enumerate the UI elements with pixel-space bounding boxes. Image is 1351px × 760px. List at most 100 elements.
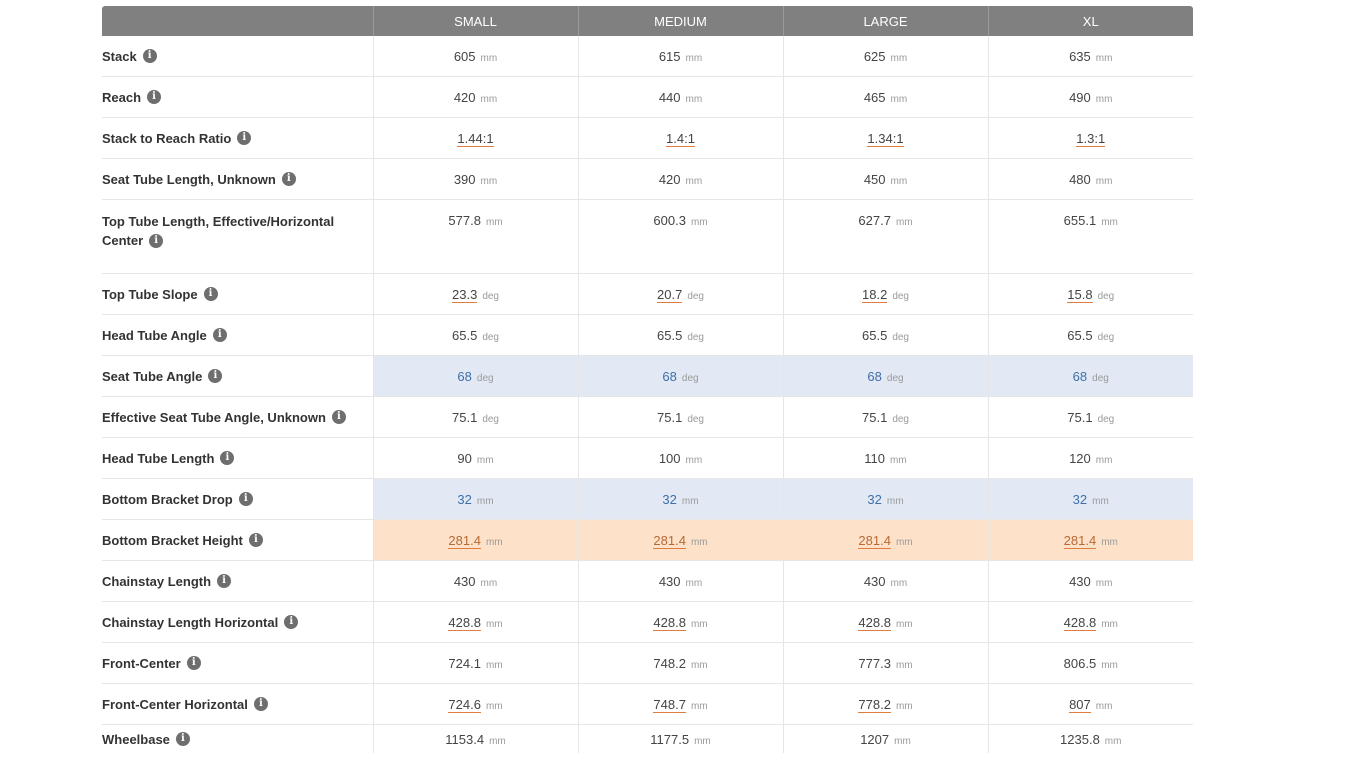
size-header-xl[interactable]: XL — [987, 6, 1193, 36]
calculated-value[interactable]: 428.8 — [653, 614, 686, 631]
calculated-value[interactable]: 748.7 — [653, 696, 686, 713]
calculated-value[interactable]: 807 — [1069, 696, 1091, 713]
cell-medium: 65.5 deg — [577, 314, 783, 356]
info-icon[interactable]: i — [220, 451, 235, 466]
measured-value: 625 — [863, 48, 886, 64]
info-icon[interactable]: i — [208, 369, 223, 384]
info-icon[interactable]: i — [212, 328, 227, 343]
row-label-text: Chainstay Length — [102, 573, 212, 589]
unit-label: deg — [687, 413, 704, 425]
measured-value: 450 — [863, 171, 886, 187]
measured-value: 65.5 — [452, 327, 478, 343]
unit-label: mm — [685, 93, 703, 105]
table-row: Wheelbase i 1153.4 mm 1177.5 mm 1207 mm 1235.8 mm — [102, 724, 1193, 753]
unit-label: deg — [482, 331, 499, 343]
calculated-value[interactable]: 724.6 — [448, 696, 481, 713]
measured-value: 32 — [457, 491, 472, 507]
size-header-medium[interactable]: MEDIUM — [577, 6, 783, 36]
measured-value: 75.1 — [862, 409, 888, 425]
info-icon[interactable]: i — [149, 233, 164, 248]
row-label: Stack to Reach Ratio i — [102, 117, 373, 159]
cell-xl: 655.1 mm — [987, 199, 1193, 274]
calculated-value[interactable]: 1.4:1 — [666, 130, 695, 147]
row-label: Bottom Bracket Drop i — [102, 478, 373, 520]
cell-large: 110 mm — [782, 437, 988, 479]
unit-label: mm — [890, 454, 907, 466]
calculated-value[interactable]: 20.7 — [657, 286, 683, 303]
row-label: Head Tube Length i — [102, 437, 373, 479]
info-icon[interactable]: i — [175, 732, 190, 747]
calculated-value[interactable]: 281.4 — [448, 532, 481, 549]
cell-xl: 430 mm — [987, 560, 1193, 602]
calculated-value[interactable]: 281.4 — [653, 532, 686, 549]
info-icon[interactable]: i — [284, 615, 299, 630]
row-label-text: Top Tube Length, Effective/Horizontal Ce… — [102, 214, 335, 248]
info-icon[interactable]: i — [142, 49, 157, 64]
calculated-value[interactable]: 428.8 — [1063, 614, 1097, 631]
cell-large: 65.5 deg — [782, 314, 988, 356]
row-label: Front-Center Horizontal i — [102, 683, 373, 725]
measured-value: 75.1 — [452, 409, 478, 425]
cell-xl: 75.1 deg — [987, 396, 1193, 438]
info-icon[interactable]: i — [203, 287, 218, 302]
unit-label: deg — [892, 413, 909, 425]
measured-value: 627.7 — [858, 213, 891, 228]
info-icon[interactable]: i — [281, 172, 296, 187]
cell-large: 1.34:1 — [782, 117, 988, 159]
calculated-value[interactable]: 428.8 — [858, 614, 891, 631]
calculated-value[interactable]: 15.8 — [1067, 286, 1093, 303]
cell-medium: 1177.5 mm — [577, 724, 783, 753]
info-icon[interactable]: i — [217, 574, 232, 589]
cell-small: 75.1 deg — [372, 396, 578, 438]
row-label: Top Tube Length, Effective/Horizontal Ce… — [102, 199, 373, 274]
cell-xl: 1235.8 mm — [987, 724, 1193, 753]
size-header-large[interactable]: LARGE — [782, 6, 988, 36]
info-icon[interactable]: i — [238, 492, 253, 507]
measured-value: 75.1 — [657, 409, 683, 425]
calculated-value[interactable]: 1.3:1 — [1076, 130, 1106, 147]
unit-label: mm — [690, 536, 708, 548]
calculated-value[interactable]: 428.8 — [448, 614, 481, 631]
measured-value: 32 — [867, 491, 882, 507]
table-row: Top Tube Slope i 23.3 deg 20.7 deg 18.2 deg 15.8… — [102, 273, 1193, 315]
info-icon[interactable]: i — [147, 90, 162, 105]
cell-xl: 807 mm — [987, 683, 1193, 725]
calculated-value[interactable]: 778.2 — [858, 696, 891, 713]
measured-value: 430 — [863, 573, 886, 589]
measured-value: 1177.5 — [650, 731, 690, 747]
cell-medium: 615 mm — [577, 36, 783, 77]
cell-small: 32 mm — [372, 478, 578, 520]
info-icon[interactable]: i — [253, 697, 268, 712]
cell-small: 65.5 deg — [372, 314, 578, 356]
cell-xl: 806.5 mm — [987, 642, 1193, 684]
unit-label: mm — [1101, 536, 1118, 548]
table-row: Top Tube Length, Effective/Horizontal Ce… — [102, 199, 1193, 274]
unit-label: mm — [1101, 217, 1118, 228]
calculated-value[interactable]: 281.4 — [1063, 532, 1097, 549]
geometry-table: SMALL MEDIUM LARGE XL Stack i 605 mm 615 mm 62… — [102, 6, 1193, 753]
unit-label: deg — [1092, 372, 1109, 384]
info-icon[interactable]: i — [248, 533, 263, 548]
cell-small: 68 deg — [372, 355, 578, 397]
info-icon[interactable]: i — [331, 410, 346, 425]
size-header-small[interactable]: SMALL — [372, 6, 578, 36]
calculated-value[interactable]: 1.44:1 — [457, 130, 494, 147]
calculated-value[interactable]: 1.34:1 — [867, 130, 904, 147]
calculated-value[interactable]: 23.3 — [452, 286, 478, 303]
row-label: Effective Seat Tube Angle, Unknown i — [102, 396, 373, 438]
cell-small: 724.6 mm — [372, 683, 578, 725]
row-label-text: Head Tube Angle — [102, 327, 207, 343]
measured-value: 777.3 — [858, 655, 891, 671]
unit-label: deg — [687, 290, 704, 302]
cell-small: 605 mm — [372, 36, 578, 77]
cell-large: 777.3 mm — [782, 642, 988, 684]
info-icon[interactable]: i — [237, 131, 252, 146]
row-label: Head Tube Angle i — [102, 314, 373, 356]
cell-medium: 32 mm — [577, 478, 783, 520]
row-label: Seat Tube Length, Unknown i — [102, 158, 373, 200]
calculated-value[interactable]: 18.2 — [862, 286, 888, 303]
row-label-text: Head Tube Length — [102, 450, 215, 466]
info-icon[interactable]: i — [186, 656, 201, 671]
unit-label: deg — [681, 372, 699, 384]
calculated-value[interactable]: 281.4 — [858, 532, 891, 549]
